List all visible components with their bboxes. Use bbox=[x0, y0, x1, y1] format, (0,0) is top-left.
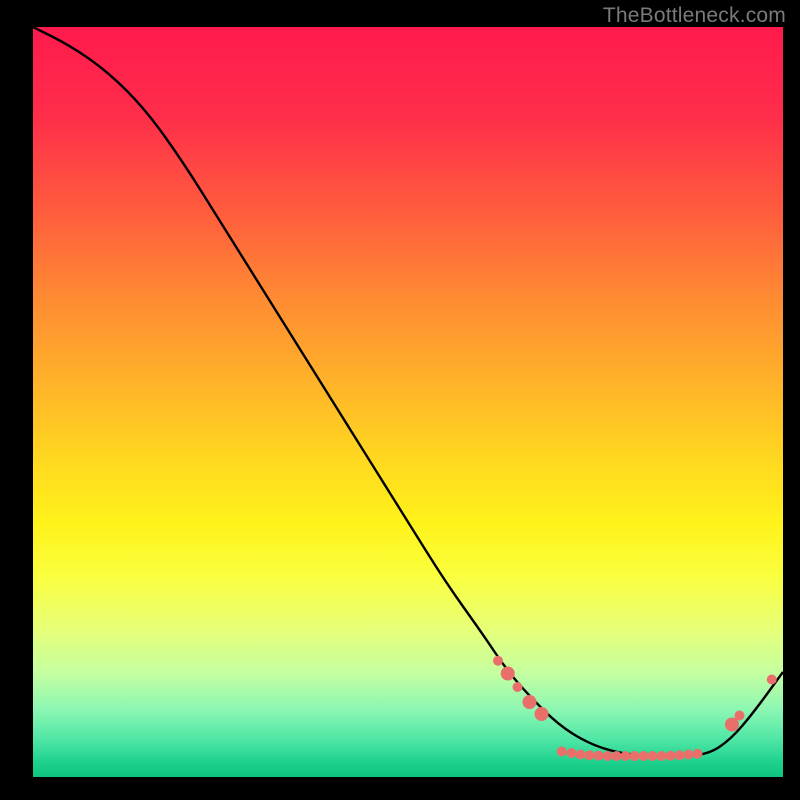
data-point bbox=[603, 751, 613, 761]
data-point bbox=[612, 751, 622, 761]
data-point bbox=[630, 751, 640, 761]
watermark-text: TheBottleneck.com bbox=[603, 4, 786, 28]
data-point bbox=[585, 750, 595, 760]
data-point bbox=[666, 751, 676, 761]
data-point bbox=[693, 749, 703, 759]
curve-layer bbox=[33, 27, 783, 777]
data-point bbox=[513, 682, 523, 692]
data-point bbox=[735, 711, 745, 721]
data-point bbox=[523, 695, 537, 709]
marker-group bbox=[493, 656, 777, 761]
data-point bbox=[576, 750, 586, 760]
data-point bbox=[535, 707, 549, 721]
data-point bbox=[493, 656, 503, 666]
chart-stage: TheBottleneck.com bbox=[0, 0, 800, 800]
data-point bbox=[684, 750, 694, 760]
data-point bbox=[567, 748, 577, 758]
data-point bbox=[621, 751, 631, 761]
data-point bbox=[657, 751, 667, 761]
data-point bbox=[648, 751, 658, 761]
data-point bbox=[501, 667, 515, 681]
plot-area bbox=[33, 27, 783, 777]
data-point bbox=[767, 675, 777, 685]
data-point bbox=[557, 747, 567, 757]
data-point bbox=[594, 751, 604, 761]
data-point bbox=[675, 750, 685, 760]
data-point bbox=[639, 751, 649, 761]
bottleneck-curve bbox=[33, 27, 783, 756]
